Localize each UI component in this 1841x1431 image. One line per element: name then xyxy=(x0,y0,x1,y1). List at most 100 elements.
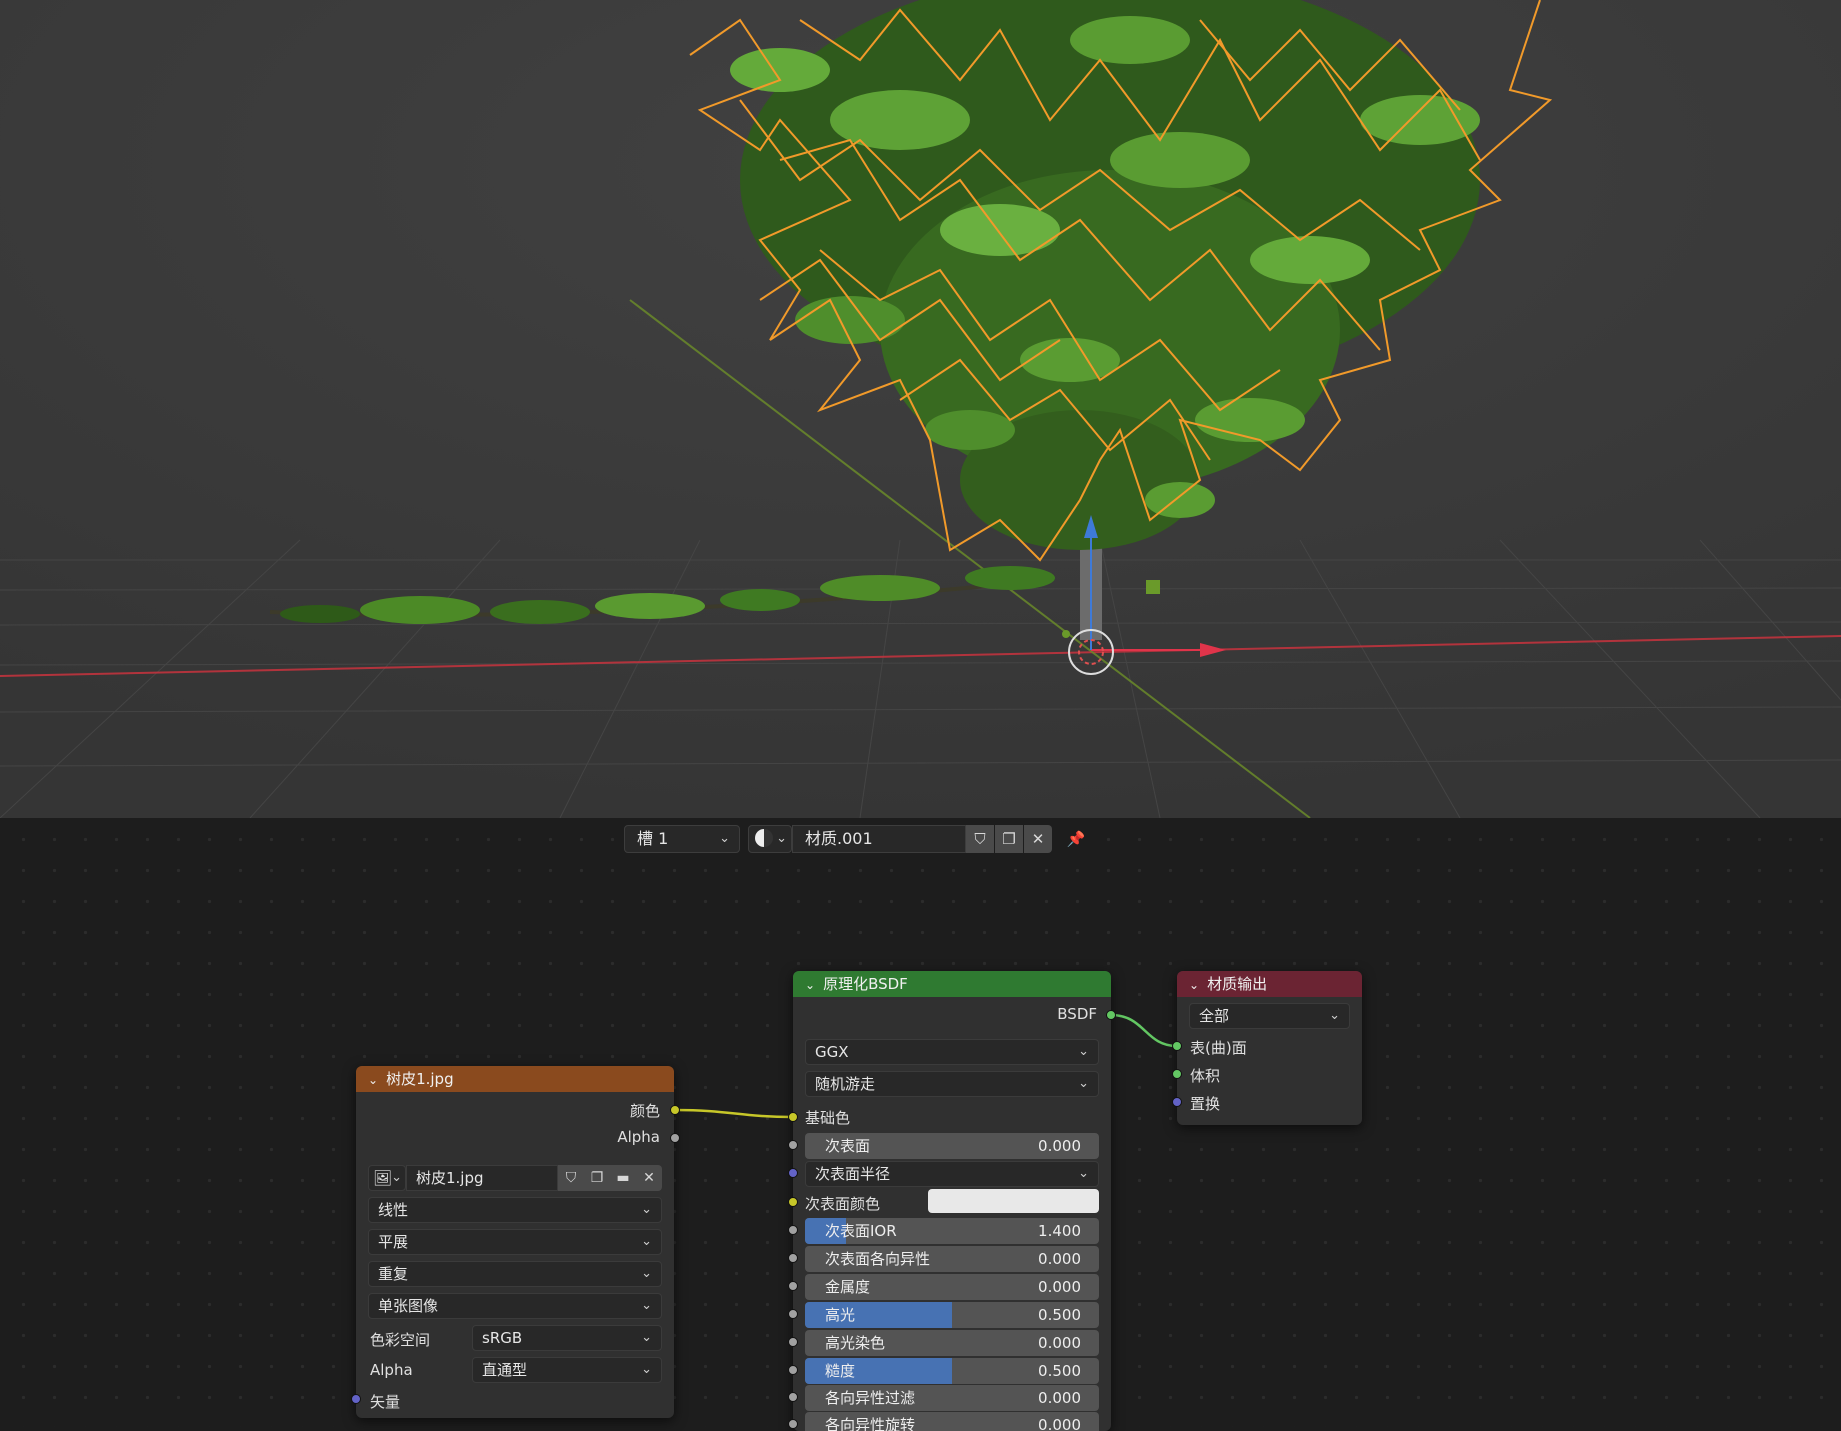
node-header[interactable]: ⌄ 原理化BSDF xyxy=(793,971,1111,997)
anisotropic-slider[interactable]: 各向异性过滤 0.000 xyxy=(805,1385,1099,1411)
subsurface-method-select[interactable]: 随机游走 ⌄ xyxy=(805,1071,1099,1097)
subsurface-slider[interactable]: 次表面 0.000 xyxy=(805,1133,1099,1159)
chevron-down-icon: ⌄ xyxy=(641,1202,652,1217)
material-name-field[interactable]: 材质.001 xyxy=(792,825,966,853)
image-texture-node[interactable]: ⌄ 树皮1.jpg 颜色 Alpha 🖼 ⌄ 树皮1.jpg ⛉ ❐ ▬ ✕ 线性… xyxy=(356,1066,674,1418)
close-icon: ✕ xyxy=(1031,830,1045,848)
interpolation-value: 线性 xyxy=(378,1201,409,1219)
subsurface-ior-slider[interactable]: 次表面IOR 1.400 xyxy=(805,1218,1099,1244)
source-select[interactable]: 单张图像 ⌄ xyxy=(368,1293,662,1319)
subsurface-anisotropy-input-socket[interactable] xyxy=(788,1253,798,1263)
pin-icon: 📌 xyxy=(1066,830,1086,848)
node-editor-header: 槽 1 ⌄ ⌄ 材质.001 ⛉ ❐ ✕ 📌 xyxy=(0,825,1841,859)
slider-value: 0.500 xyxy=(1038,1306,1081,1324)
subsurface-color-swatch[interactable] xyxy=(928,1189,1099,1213)
roughness-slider[interactable]: 糙度 0.500 xyxy=(805,1358,1099,1384)
collapse-chevron-icon[interactable]: ⌄ xyxy=(368,1073,378,1087)
alpha-output-socket[interactable] xyxy=(670,1133,680,1143)
specular-input-socket[interactable] xyxy=(788,1309,798,1319)
anisotropic-input-socket[interactable] xyxy=(788,1392,798,1402)
chevron-down-icon: ⌄ xyxy=(1329,1008,1340,1023)
specular-slider[interactable]: 高光 0.500 xyxy=(805,1302,1099,1328)
chevron-down-icon: ⌄ xyxy=(641,1330,652,1345)
image-fake-user-button[interactable]: ⛉ xyxy=(558,1165,584,1191)
principled-bsdf-node[interactable]: ⌄ 原理化BSDF BSDF GGX ⌄ 随机游走 ⌄ 基础色 次表面 0.000… xyxy=(793,971,1111,1431)
displacement-input-label: 置换 xyxy=(1190,1095,1221,1113)
slider-value: 0.000 xyxy=(1038,1137,1081,1155)
3d-viewport[interactable] xyxy=(0,0,1841,818)
anisotropic-rotation-input-socket[interactable] xyxy=(788,1419,798,1429)
metallic-slider[interactable]: 金属度 0.000 xyxy=(805,1274,1099,1300)
collapse-chevron-icon[interactable]: ⌄ xyxy=(805,978,815,992)
interpolation-select[interactable]: 线性 ⌄ xyxy=(368,1197,662,1223)
specular-tint-input-socket[interactable] xyxy=(788,1337,798,1347)
image-open-button[interactable]: ▬ xyxy=(610,1165,636,1191)
slider-label: 高光染色 xyxy=(825,1334,886,1352)
shield-icon: ⛉ xyxy=(974,830,986,848)
alpha-mode-value: 直通型 xyxy=(482,1361,528,1379)
subsurface-ior-input-socket[interactable] xyxy=(788,1225,798,1235)
surface-input-socket[interactable] xyxy=(1172,1041,1182,1051)
colorspace-value: sRGB xyxy=(482,1329,523,1347)
extension-select[interactable]: 重复 ⌄ xyxy=(368,1261,662,1287)
output-alpha-label: Alpha xyxy=(617,1128,660,1146)
projection-value: 平展 xyxy=(378,1233,409,1251)
unlink-material-button[interactable]: ✕ xyxy=(1024,825,1052,853)
alpha-mode-label: Alpha xyxy=(370,1361,413,1379)
viewport-scene[interactable] xyxy=(0,0,1841,818)
fake-user-button[interactable]: ⛉ xyxy=(966,825,994,853)
node-header[interactable]: ⌄ 材质输出 xyxy=(1177,971,1362,997)
subsurface-input-socket[interactable] xyxy=(788,1140,798,1150)
render-target-select[interactable]: 全部 ⌄ xyxy=(1189,1003,1350,1029)
slider-label: 次表面 xyxy=(825,1137,871,1155)
duplicate-material-button[interactable]: ❐ xyxy=(995,825,1023,853)
distribution-select[interactable]: GGX ⌄ xyxy=(805,1039,1099,1065)
chevron-down-icon: ⌄ xyxy=(776,831,787,846)
base-color-input-socket[interactable] xyxy=(788,1112,798,1122)
image-name-field[interactable]: 树皮1.jpg xyxy=(406,1165,558,1191)
metallic-input-socket[interactable] xyxy=(788,1281,798,1291)
alpha-mode-select[interactable]: 直通型 ⌄ xyxy=(472,1357,662,1383)
colorspace-select[interactable]: sRGB ⌄ xyxy=(472,1325,662,1351)
subsurface-radius-select[interactable]: 次表面半径 ⌄ xyxy=(805,1161,1099,1187)
volume-input-socket[interactable] xyxy=(1172,1069,1182,1079)
anisotropic-rotation-slider[interactable]: 各向异性旋转 0.000 xyxy=(805,1412,1099,1431)
image-duplicate-button[interactable]: ❐ xyxy=(584,1165,610,1191)
material-output-node[interactable]: ⌄ 材质输出 全部 ⌄ 表(曲)面 体积 置换 xyxy=(1177,971,1362,1125)
subsurface-color-input-socket[interactable] xyxy=(788,1197,798,1207)
slider-value: 0.000 xyxy=(1038,1250,1081,1268)
chevron-down-icon: ⌄ xyxy=(391,1170,402,1185)
close-icon: ✕ xyxy=(643,1170,655,1186)
chevron-down-icon: ⌄ xyxy=(641,1298,652,1313)
folder-icon: ▬ xyxy=(616,1170,630,1186)
material-sphere-icon xyxy=(755,829,773,847)
chevron-down-icon: ⌄ xyxy=(641,1234,652,1249)
link-bsdf-to-surface xyxy=(1110,1013,1178,1048)
subsurface-radius-input-socket[interactable] xyxy=(788,1168,798,1178)
specular-tint-slider[interactable]: 高光染色 0.000 xyxy=(805,1330,1099,1356)
slider-value: 0.000 xyxy=(1038,1416,1081,1431)
projection-select[interactable]: 平展 ⌄ xyxy=(368,1229,662,1255)
slot-select[interactable]: 槽 1 ⌄ xyxy=(624,825,740,853)
pin-button[interactable]: 📌 xyxy=(1062,825,1090,853)
displacement-input-socket[interactable] xyxy=(1172,1097,1182,1107)
color-output-socket[interactable] xyxy=(670,1105,680,1115)
subsurface-radius-label: 次表面半径 xyxy=(815,1165,891,1183)
node-header[interactable]: ⌄ 树皮1.jpg xyxy=(356,1066,674,1092)
bsdf-output-socket[interactable] xyxy=(1106,1010,1116,1020)
chevron-down-icon: ⌄ xyxy=(641,1266,652,1281)
bsdf-output-label: BSDF xyxy=(1057,1005,1097,1023)
material-name: 材质.001 xyxy=(805,829,873,848)
material-browse-button[interactable]: ⌄ xyxy=(748,825,792,853)
subsurface-anisotropy-slider[interactable]: 次表面各向异性 0.000 xyxy=(805,1246,1099,1272)
roughness-input-socket[interactable] xyxy=(788,1365,798,1375)
vector-input-socket[interactable] xyxy=(351,1394,361,1404)
collapse-chevron-icon[interactable]: ⌄ xyxy=(1189,978,1199,992)
duplicate-icon: ❐ xyxy=(590,1170,604,1186)
image-unlink-button[interactable]: ✕ xyxy=(636,1165,662,1191)
slider-value: 1.400 xyxy=(1038,1222,1081,1240)
slider-label: 高光 xyxy=(825,1306,856,1324)
slider-label: 糙度 xyxy=(825,1362,856,1380)
image-browse-button[interactable]: 🖼 ⌄ xyxy=(368,1165,406,1191)
source-value: 单张图像 xyxy=(378,1297,439,1315)
